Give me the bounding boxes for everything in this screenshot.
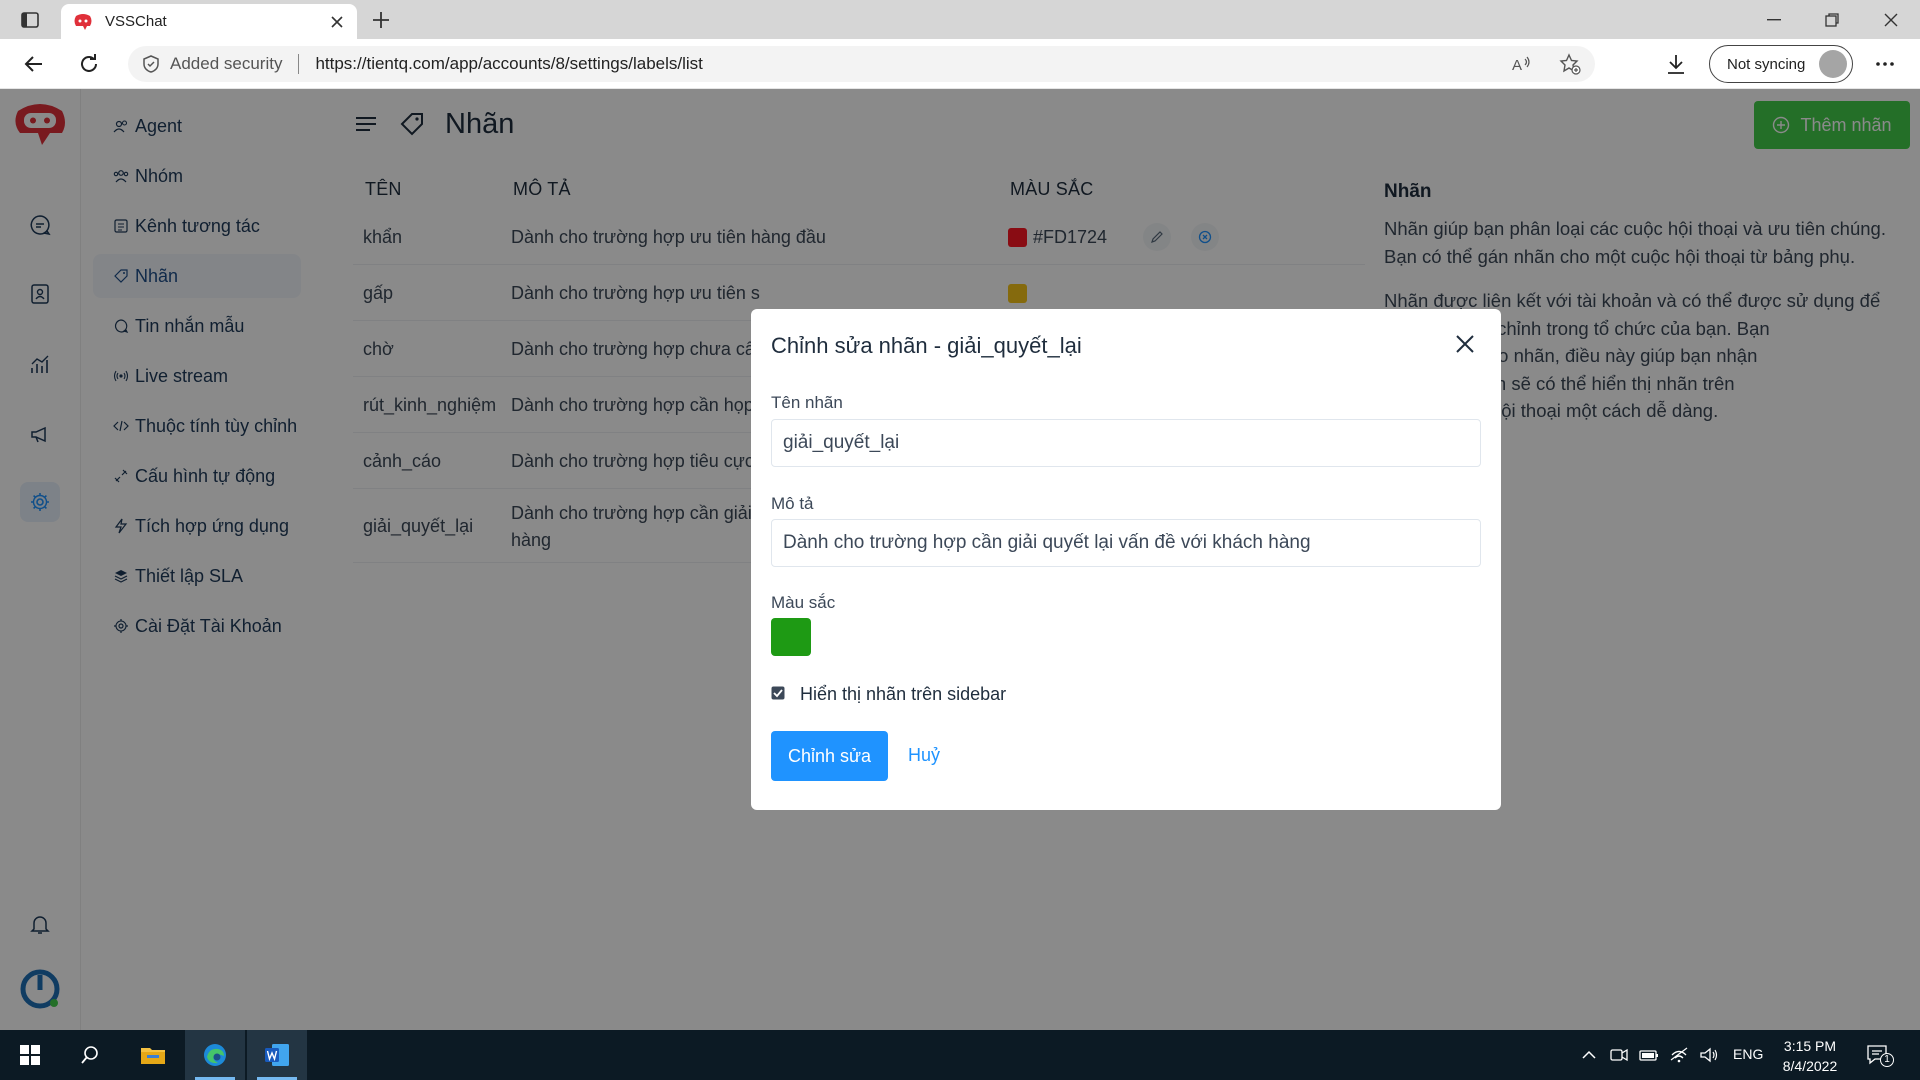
browser-address-bar: Added security https://tientq.com/app/ac… — [0, 39, 1920, 89]
cancel-button[interactable]: Huỷ — [908, 745, 940, 766]
file-explorer-icon[interactable] — [123, 1030, 183, 1080]
name-field-label: Tên nhãn — [771, 393, 843, 412]
browser-tab[interactable]: VSSChat — [61, 4, 357, 39]
description-field-label: Mô tả — [771, 494, 814, 513]
show-in-sidebar-checkbox[interactable] — [771, 686, 785, 700]
window-close-icon[interactable] — [1862, 0, 1920, 39]
volume-icon[interactable] — [1698, 1044, 1720, 1066]
search-icon[interactable] — [60, 1030, 120, 1080]
browser-tab-bar: VSSChat — [0, 0, 1920, 39]
windows-start-icon[interactable] — [0, 1030, 60, 1080]
close-icon[interactable] — [1454, 333, 1476, 355]
tab-close-icon[interactable] — [329, 14, 345, 30]
url-text[interactable]: https://tientq.com/app/accounts/8/settin… — [315, 54, 1485, 74]
color-field-label: Màu sắc — [771, 593, 836, 612]
profile-avatar — [1819, 50, 1847, 78]
url-separator — [298, 54, 300, 74]
system-clock[interactable]: 3:15 PM 8/4/2022 — [1770, 1036, 1850, 1076]
word-app-icon[interactable] — [247, 1030, 307, 1080]
clock-time: 3:15 PM — [1783, 1038, 1837, 1054]
label-description-input[interactable]: Dành cho trường hợp cần giải quyết lại v… — [771, 519, 1481, 567]
url-bar[interactable]: Added security https://tientq.com/app/ac… — [128, 46, 1595, 82]
new-tab-icon[interactable] — [370, 9, 392, 31]
wifi-icon[interactable] — [1668, 1044, 1690, 1066]
color-picker[interactable] — [771, 618, 811, 656]
action-center-icon[interactable]: 1 — [1866, 1044, 1896, 1067]
download-icon[interactable] — [1664, 52, 1688, 76]
meet-now-icon[interactable] — [1608, 1044, 1630, 1066]
tab-actions-icon[interactable] — [18, 9, 42, 31]
show-in-sidebar-label[interactable]: Hiển thị nhãn trên sidebar — [800, 684, 1006, 705]
back-arrow-icon[interactable] — [22, 52, 46, 76]
language-indicator[interactable]: ENG — [1733, 1046, 1763, 1062]
svg-text:A: A — [1512, 57, 1522, 74]
tab-title: VSSChat — [105, 13, 167, 30]
battery-icon[interactable] — [1638, 1044, 1660, 1066]
modal-title: Chỉnh sửa nhãn - giải_quyết_lại — [771, 333, 1082, 358]
shield-icon[interactable] — [142, 55, 160, 73]
read-aloud-icon[interactable]: A — [1511, 53, 1533, 75]
edit-label-modal: Chỉnh sửa nhãn - giải_quyết_lại Tên nhãn… — [751, 309, 1501, 810]
restore-icon[interactable] — [1803, 0, 1861, 39]
sync-button[interactable]: Not syncing — [1709, 45, 1853, 83]
security-text[interactable]: Added security — [170, 54, 282, 74]
edge-browser-icon[interactable] — [185, 1030, 245, 1080]
windows-taskbar: ENG 3:15 PM 8/4/2022 1 — [0, 1030, 1920, 1080]
favorite-add-icon[interactable] — [1559, 53, 1581, 75]
minimize-icon[interactable] — [1745, 0, 1803, 39]
notification-count-badge: 1 — [1880, 1053, 1894, 1067]
refresh-icon[interactable] — [77, 52, 101, 76]
vsschat-favicon-icon — [74, 13, 92, 30]
clock-date: 8/4/2022 — [1782, 1058, 1838, 1074]
label-name-input[interactable]: giải_quyết_lại — [771, 419, 1481, 467]
chevron-up-icon[interactable] — [1578, 1044, 1600, 1066]
submit-edit-button[interactable]: Chỉnh sửa — [771, 731, 888, 781]
more-options-icon[interactable] — [1870, 52, 1900, 76]
sync-label: Not syncing — [1727, 55, 1806, 73]
